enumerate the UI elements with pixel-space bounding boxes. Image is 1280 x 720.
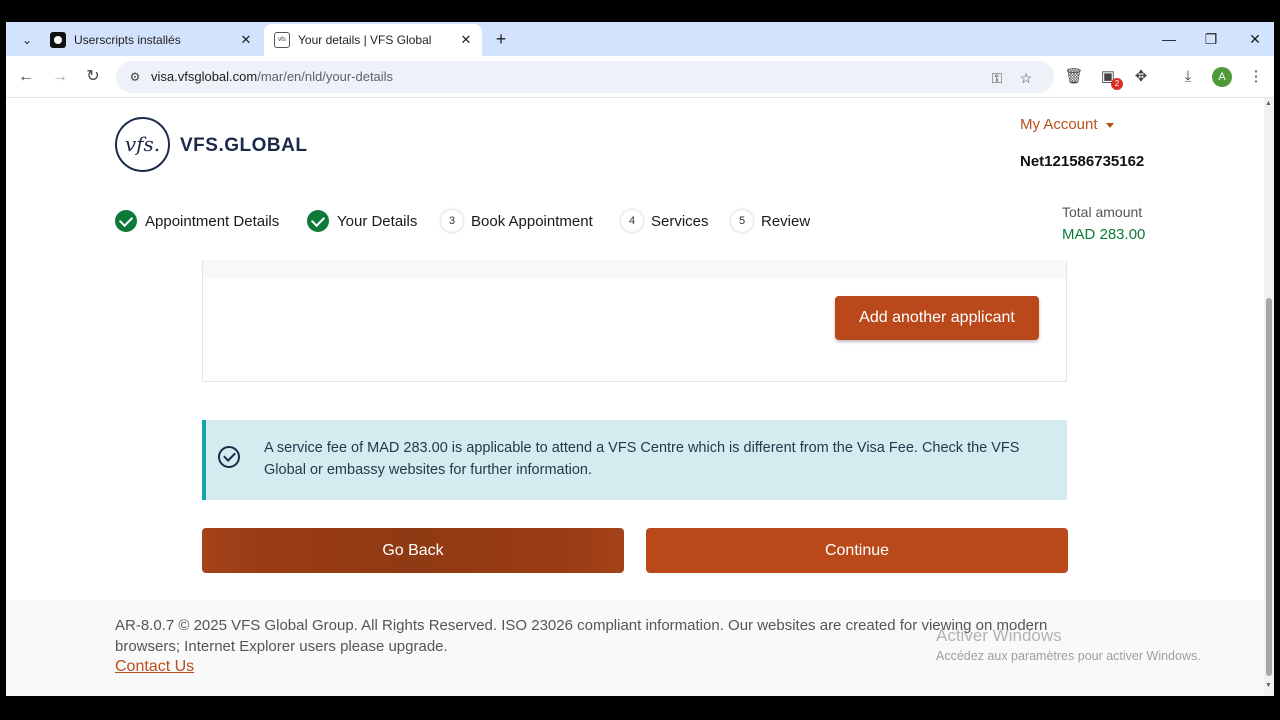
total-amount-value: MAD 283.00	[1062, 226, 1146, 243]
url-text[interactable]: visa.vfsglobal.com/mar/en/nld/your-detai…	[151, 69, 393, 84]
screen: ⌄ Userscripts installés ✕ vfs Your detai…	[0, 0, 1280, 720]
check-circle-icon	[307, 210, 329, 232]
step-your-details: Your Details	[307, 210, 417, 232]
scroll-down-arrow-icon[interactable]: ▼	[1265, 682, 1272, 689]
go-back-button[interactable]: Go Back	[202, 528, 624, 573]
tab-your-details[interactable]: vfs Your details | VFS Global ✕	[264, 24, 482, 56]
continue-button[interactable]: Continue	[646, 528, 1068, 573]
browser-toolbar: ← → ↻ ⚙ visa.vfsglobal.com/mar/en/nld/yo…	[6, 56, 1274, 98]
vfs-favicon-icon: vfs	[274, 32, 290, 48]
tab-userscripts[interactable]: Userscripts installés ✕	[42, 24, 262, 56]
tab-title: Userscripts installés	[74, 33, 181, 47]
step-number: 3	[441, 210, 463, 232]
close-window-button[interactable]: ✕	[1240, 26, 1270, 52]
site-footer: AR-8.0.7 © 2025 VFS Global Group. All Ri…	[6, 600, 1264, 696]
scroll-up-arrow-icon[interactable]: ▲	[1265, 100, 1272, 107]
address-bar[interactable]: ⚙ visa.vfsglobal.com/mar/en/nld/your-det…	[116, 61, 1054, 93]
add-another-applicant-button[interactable]: Add another applicant	[835, 296, 1039, 340]
check-circle-outline-icon	[218, 446, 240, 468]
applicant-card: Add another applicant	[202, 260, 1067, 382]
profile-avatar[interactable]: A	[1212, 67, 1232, 87]
step-book-appointment: 3 Book Appointment	[441, 210, 593, 232]
back-arrow-icon[interactable]: ←	[14, 65, 38, 89]
check-circle-icon	[115, 210, 137, 232]
trash-icon[interactable]: 🗑	[1062, 65, 1086, 89]
extensions-puzzle-icon[interactable]: ✥	[1129, 65, 1153, 89]
bookmark-star-icon[interactable]: ☆	[1015, 67, 1037, 89]
reload-icon[interactable]: ↻	[81, 65, 105, 89]
new-tab-button[interactable]: +	[490, 28, 512, 50]
forward-arrow-icon[interactable]: →	[48, 65, 72, 89]
page-content: vfs. VFS.GLOBAL My Account Net1215867351…	[6, 98, 1264, 696]
site-header: vfs. VFS.GLOBAL My Account Net1215867351…	[6, 98, 1264, 190]
tab-strip: ⌄ Userscripts installés ✕ vfs Your detai…	[6, 22, 1274, 56]
account-id: Net121586735162	[1020, 153, 1145, 170]
site-settings-icon[interactable]: ⚙	[126, 68, 144, 86]
extension-badge-count: 2	[1111, 78, 1123, 90]
minimize-button[interactable]: —	[1154, 26, 1184, 52]
total-amount-label: Total amount	[1062, 204, 1143, 220]
windows-activation-title: Activer Windows	[936, 626, 1062, 645]
step-appointment-details: Appointment Details	[115, 210, 279, 232]
vfs-logo-mark[interactable]: vfs.	[115, 117, 170, 172]
vfs-logo-text[interactable]: VFS.GLOBAL	[180, 135, 307, 157]
card-top-strip	[203, 260, 1066, 278]
tampermonkey-icon	[50, 32, 66, 48]
contact-us-link[interactable]: Contact Us	[115, 658, 194, 676]
step-number: 4	[621, 210, 643, 232]
restore-button[interactable]: ❐	[1196, 26, 1226, 52]
step-services: 4 Services	[621, 210, 709, 232]
caret-down-icon	[1105, 122, 1114, 128]
menu-kebab-icon[interactable]: ⋮	[1244, 65, 1268, 89]
notice-text: A service fee of MAD 283.00 is applicabl…	[264, 440, 1020, 478]
close-icon[interactable]: ✕	[456, 32, 476, 48]
page-scrollbar[interactable]: ▲ ▼	[1264, 98, 1274, 696]
step-review: 5 Review	[731, 210, 810, 232]
tab-search-button[interactable]: ⌄	[16, 29, 38, 51]
service-fee-notice: A service fee of MAD 283.00 is applicabl…	[202, 420, 1067, 500]
progress-stepper: Appointment Details Your Details 3 Book …	[6, 190, 1264, 260]
download-icon[interactable]: ⤓	[1176, 65, 1200, 89]
close-icon[interactable]: ✕	[236, 32, 256, 48]
scrollbar-thumb[interactable]	[1266, 298, 1272, 676]
extension-badge-icon[interactable]: ▣ 2	[1096, 65, 1123, 90]
my-account-dropdown[interactable]: My Account	[1020, 116, 1114, 133]
windows-activation-subtitle: Accédez aux paramètres pour activer Wind…	[936, 649, 1201, 663]
tab-title: Your details | VFS Global	[298, 33, 432, 47]
key-icon[interactable]: ⚿	[986, 67, 1008, 89]
step-number: 5	[731, 210, 753, 232]
